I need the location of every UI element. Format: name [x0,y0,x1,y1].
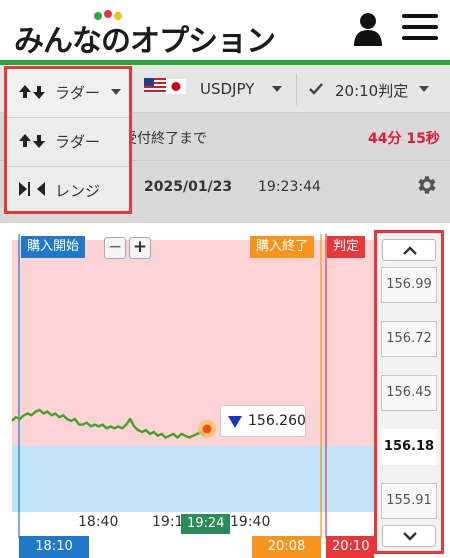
deadline-label: 20:10判定 [335,82,409,100]
current-price-box: 156.260 [220,405,306,437]
pair-label: USDJPY [200,80,255,98]
up-down-arrows-icon [19,85,45,99]
up-down-arrows-icon [19,134,45,148]
logo-dot-green [94,12,102,20]
ladder-down-button[interactable] [382,525,436,547]
dropdown-option-range[interactable]: レンジ [7,167,129,215]
type-chevron-down-icon [111,89,121,95]
pair-chevron-down-icon [272,86,282,92]
judge-label-tag: 判定 [327,236,366,258]
ladder-price-current[interactable]: 156.18 [381,429,437,465]
chevron-down-icon [403,532,417,541]
user-icon[interactable] [352,12,384,46]
x-tick-label: 19:40 [230,514,271,530]
range-arrows-icon [19,182,45,196]
app-header: みんなのオプション [0,0,450,60]
check-icon [309,83,323,95]
end-time-tag: 20:08 [252,536,321,558]
ladder-up-button[interactable] [382,239,436,261]
logo-dot-yellow [114,12,122,20]
logo-dot-red [104,10,112,18]
zoom-out-button[interactable]: − [104,237,126,259]
ladder-price[interactable]: 156.99 [381,267,437,303]
type-selector[interactable]: ラダー [7,69,129,117]
start-label-tag: 購入開始 [21,236,86,258]
gear-icon[interactable] [414,173,438,197]
us-flag-icon [144,78,166,93]
end-label-tag: 購入終了 [250,236,315,258]
current-point [202,424,212,434]
chevron-up-icon [403,246,417,255]
dropdown-option-label: レンジ [55,182,101,200]
zoom-in-button[interactable]: + [129,237,151,259]
current-time-tag: 19:24 [181,514,231,534]
hamburger-menu-icon[interactable] [402,14,438,42]
ladder-price[interactable]: 155.91 [381,483,437,519]
price-ladder: 156.99 156.72 156.45 156.18 155.91 [374,230,444,554]
countdown-label: 受付終了まで [123,131,207,147]
ladder-price[interactable]: 156.45 [381,375,437,411]
blue-zone [12,446,374,512]
pink-zone [12,240,374,446]
dropdown-option-label: ラダー [55,133,101,151]
type-dropdown: ラダー ラダー レンジ [4,66,132,214]
deadline-selector[interactable]: 20:10判定 [297,65,450,113]
countdown-value: 44分 15秒 [368,131,440,147]
judge-time-tag: 20:10 [326,536,374,558]
logo-text: みんなのオプション [14,24,276,59]
current-date: 2025/01/23 [144,179,233,195]
x-tick-label: 18:40 [78,514,119,530]
dropdown-option-ladder[interactable]: ラダー [7,118,129,166]
deadline-chevron-down-icon [419,86,429,92]
start-time-tag: 18:10 [19,536,89,558]
x-tick-label: 19:1 [152,514,184,530]
jp-flag-icon [166,79,186,94]
down-triangle-icon [228,416,242,428]
type-selector-label: ラダー [55,84,101,102]
pair-selector[interactable]: USDJPY [134,65,296,113]
current-time: 19:23:44 [258,179,321,195]
ladder-price[interactable]: 156.72 [381,321,437,357]
current-price: 156.260 [248,413,306,429]
